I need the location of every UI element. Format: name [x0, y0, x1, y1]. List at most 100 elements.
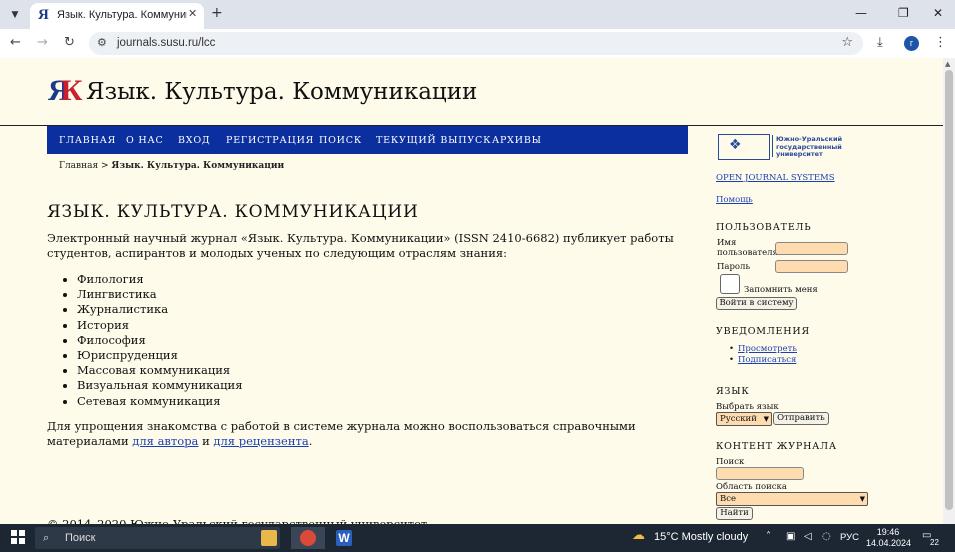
breadcrumb-separator: >	[98, 161, 112, 171]
menu-dots-icon[interactable]: ⋮	[934, 35, 947, 50]
journal-logo[interactable]: ЯК	[48, 76, 82, 106]
clock[interactable]: 19:46 14.04.2024	[866, 527, 911, 549]
browser-tab-bar: ▼ Я Язык. Культура. Коммуникаци ✕ + — ❐ …	[0, 0, 955, 29]
remember-me-label: Запомнить меня	[744, 285, 818, 295]
notifications-view-link[interactable]: Просмотреть	[738, 344, 797, 354]
search-icon: ⌕	[43, 531, 50, 544]
address-bar[interactable]: ⚙ journals.susu.ru/lcc ☆	[89, 32, 863, 55]
taskbar-file-explorer[interactable]	[252, 527, 286, 549]
list-item: Журналистика	[77, 302, 242, 317]
site-favicon-icon: Я	[38, 7, 49, 23]
list-item: Юриспруденция	[77, 348, 242, 363]
minimize-icon[interactable]: —	[855, 6, 867, 20]
list-item: История	[77, 318, 242, 333]
language-heading: ЯЗЫК	[716, 386, 750, 397]
network-icon[interactable]: ◌	[822, 531, 831, 542]
page-scrollbar[interactable]: ▲	[943, 58, 955, 524]
site-info-icon[interactable]: ⚙	[97, 36, 107, 49]
windows-start-icon[interactable]	[11, 530, 25, 544]
author-guide-link[interactable]: для автора	[132, 434, 198, 448]
nav-register[interactable]: РЕГИСТРАЦИЯ	[226, 135, 314, 146]
scroll-up-icon[interactable]: ▲	[945, 60, 950, 68]
tray-app-icon[interactable]: ▣	[786, 531, 795, 542]
chevron-down-icon: ▼	[763, 415, 769, 423]
list-item: Лингвистика	[77, 287, 242, 302]
university-logo[interactable]: ❖	[718, 134, 770, 160]
reload-icon[interactable]: ↻	[64, 35, 75, 50]
help-text-and: и	[198, 434, 214, 448]
language-select[interactable]: Русский ▼	[716, 412, 772, 426]
password-input[interactable]	[775, 260, 848, 273]
breadcrumb-home[interactable]: Главная	[59, 161, 98, 171]
ojs-link[interactable]: OPEN JOURNAL SYSTEMS	[716, 173, 835, 183]
login-button[interactable]: Войти в систему	[716, 297, 797, 310]
chrome-icon	[300, 530, 316, 546]
speaker-icon[interactable]: ◁	[804, 531, 812, 542]
back-icon[interactable]: ←	[10, 35, 21, 50]
journal-content-heading: КОНТЕНТ ЖУРНАЛА	[716, 441, 837, 452]
nav-about[interactable]: О НАС	[126, 135, 164, 146]
subjects-list: Филология Лингвистика Журналистика Истор…	[60, 272, 242, 409]
profile-avatar[interactable]: г	[904, 36, 919, 51]
restore-icon[interactable]: ❐	[898, 6, 909, 20]
notifications-count: 22	[930, 538, 939, 547]
list-item: Филология	[77, 272, 242, 287]
breadcrumb: Главная > Язык. Культура. Коммуникации	[59, 161, 284, 171]
nav-login[interactable]: ВХОД	[178, 135, 210, 146]
notifications-heading: УВЕДОМЛЕНИЯ	[716, 326, 810, 337]
find-button[interactable]: Найти	[716, 507, 753, 520]
clock-time: 19:46	[876, 527, 900, 537]
weather-cloud-icon: ☁	[632, 528, 645, 543]
search-scope-select[interactable]: Все ▼	[716, 492, 868, 506]
list-item: Подписаться	[738, 355, 797, 366]
bookmark-star-icon[interactable]: ☆	[841, 35, 853, 50]
logo-divider	[772, 135, 773, 157]
breadcrumb-current[interactable]: Язык. Культура. Коммуникации	[111, 161, 284, 171]
university-emblem-icon: ❖	[729, 137, 742, 153]
reviewer-guide-link[interactable]: для рецензента	[213, 434, 308, 448]
list-item: Просмотреть	[738, 344, 797, 355]
taskbar-search-box[interactable]: ⌕ Поиск	[35, 527, 280, 549]
sidebar: ❖ Южно-Уральский государственный универс…	[716, 58, 941, 524]
weather-widget[interactable]: 15°C Mostly cloudy	[654, 531, 748, 543]
nav-home[interactable]: ГЛАВНАЯ	[59, 135, 116, 146]
nav-current-issue[interactable]: ТЕКУЩИЙ ВЫПУСК	[376, 135, 491, 146]
word-icon: W	[336, 530, 352, 546]
main-navbar: ГЛАВНАЯ О НАС ВХОД РЕГИСТРАЦИЯ ПОИСК ТЕК…	[47, 126, 688, 154]
browser-toolbar: ← → ↻ ⚙ journals.susu.ru/lcc ☆ ⤓ ⋮	[0, 29, 955, 58]
help-text-end: .	[308, 434, 313, 448]
password-label: Пароль	[717, 262, 751, 272]
nav-archives[interactable]: АРХИВЫ	[492, 135, 542, 146]
nav-search[interactable]: ПОИСК	[319, 135, 362, 146]
intro-paragraph: Электронный научный журнал «Язык. Культу…	[47, 231, 674, 260]
help-link[interactable]: Помощь	[716, 195, 753, 205]
list-item: Философия	[77, 333, 242, 348]
language-submit-button[interactable]: Отправить	[773, 412, 829, 425]
close-window-icon[interactable]: ✕	[933, 6, 943, 20]
new-tab-icon[interactable]: +	[211, 5, 223, 21]
taskbar-chrome[interactable]	[291, 527, 325, 549]
search-scope-value: Все	[720, 494, 737, 504]
journal-search-input[interactable]	[716, 467, 804, 480]
web-page: ЯК Язык. Культура. Коммуникации ГЛАВНАЯ …	[0, 58, 943, 531]
folder-icon	[261, 530, 277, 546]
input-language[interactable]: РУС	[840, 532, 859, 543]
tray-chevron-up-icon[interactable]: ˄	[766, 531, 771, 542]
tab-search-chevron-icon[interactable]: ▼	[6, 6, 24, 24]
username-label: Имя пользователя	[717, 238, 778, 258]
notifications-subscribe-link[interactable]: Подписаться	[738, 355, 796, 365]
url-text[interactable]: journals.susu.ru/lcc	[117, 37, 215, 49]
site-title: Язык. Культура. Коммуникации	[86, 79, 478, 105]
close-tab-icon[interactable]: ✕	[188, 7, 197, 20]
tab-title: Язык. Культура. Коммуникаци	[57, 9, 187, 21]
forward-icon[interactable]: →	[37, 35, 48, 50]
taskbar-word[interactable]: W	[327, 527, 361, 549]
page-title: ЯЗЫК. КУЛЬТУРА. КОММУНИКАЦИИ	[47, 202, 419, 222]
download-icon[interactable]: ⤓	[877, 35, 883, 50]
notifications-list: Просмотреть Подписаться	[738, 344, 797, 366]
scrollbar-thumb[interactable]	[945, 70, 953, 510]
list-item: Визуальная коммуникация	[77, 378, 242, 393]
username-input[interactable]	[775, 242, 848, 255]
browser-tab[interactable]: Я Язык. Культура. Коммуникаци ✕	[30, 3, 204, 29]
remember-me-checkbox[interactable]	[720, 274, 740, 294]
